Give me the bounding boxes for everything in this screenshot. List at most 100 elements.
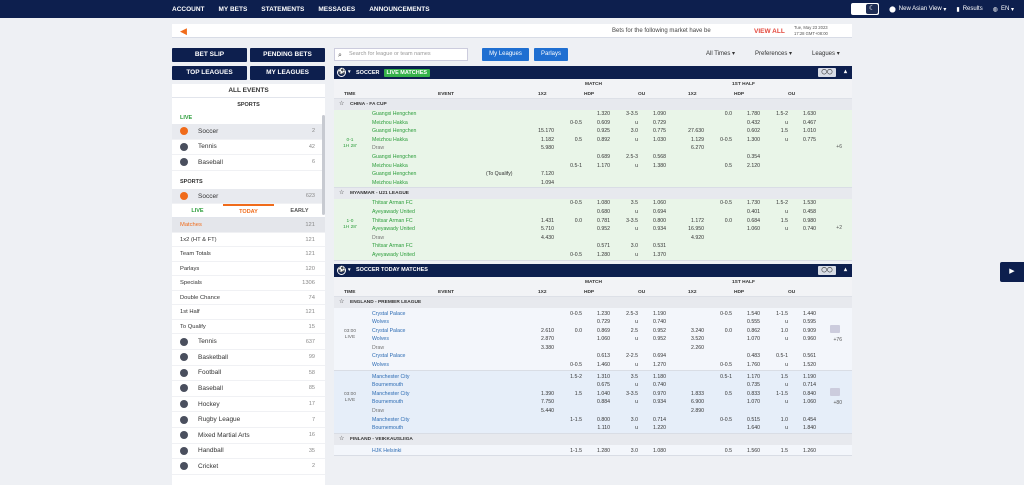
odds-value[interactable]: u (766, 136, 788, 145)
odds-value[interactable]: 0.869 (586, 327, 610, 336)
odds-value[interactable]: 0.714 (642, 416, 666, 425)
odds-value[interactable]: 0.0 (710, 110, 732, 119)
odds-value[interactable]: 0-0.5 (560, 199, 582, 208)
odds-value[interactable]: 0.952 (642, 335, 666, 344)
odds-value[interactable]: 0-0.5 (710, 416, 732, 425)
market-item[interactable]: Specials 1306 (172, 276, 325, 291)
sidebar-item-handball[interactable]: Handball 35 (172, 444, 325, 460)
odds-value[interactable]: 0.909 (792, 327, 816, 336)
side-panel-tab[interactable]: ▶ (1000, 262, 1024, 282)
odds-value[interactable]: 27.630 (680, 127, 704, 136)
refresh-button[interactable]: ◯◯ (818, 265, 836, 275)
search-box[interactable]: ⌕ Search for league or team names (334, 48, 468, 61)
star-icon[interactable]: ☆ (339, 297, 344, 308)
odds-value[interactable]: 0.884 (586, 398, 610, 407)
odds-value[interactable]: 3-3.5 (616, 217, 638, 226)
odds-value[interactable]: 0.775 (792, 136, 816, 145)
more-markets-link[interactable]: +76 (834, 337, 842, 343)
view-all-link[interactable]: VIEW ALL (754, 28, 785, 35)
sidebar-item-mixed-martial-arts[interactable]: Mixed Martial Arts 16 (172, 428, 325, 444)
odds-value[interactable]: 1.190 (792, 373, 816, 382)
market-item[interactable]: Double Chance 74 (172, 291, 325, 306)
all-times-dropdown[interactable]: All Times ▾ (706, 50, 735, 57)
odds-value[interactable]: 0.609 (586, 119, 610, 128)
odds-value[interactable]: 0.800 (642, 217, 666, 226)
odds-value[interactable]: 0.5 (710, 447, 732, 456)
league-header[interactable]: ☆ CHINA - FA CUP (334, 99, 852, 110)
odds-value[interactable]: 7.120 (530, 170, 554, 179)
sidebar-item-soccer[interactable]: Soccer 623 (172, 188, 325, 205)
odds-value[interactable]: 1.390 (530, 390, 554, 399)
odds-value[interactable]: 0.483 (736, 352, 760, 361)
sidebar-item-baseball[interactable]: Baseball 85 (172, 381, 325, 397)
odds-value[interactable]: 0.5-1 (766, 352, 788, 361)
odds-value[interactable]: 1.230 (586, 310, 610, 319)
odds-value[interactable]: 1.5 (766, 373, 788, 382)
odds-value[interactable]: 0.740 (642, 381, 666, 390)
odds-value[interactable]: 0.595 (792, 318, 816, 327)
odds-value[interactable]: 0.568 (642, 153, 666, 162)
odds-value[interactable]: 0.432 (736, 119, 760, 128)
odds-value[interactable]: 1.630 (792, 110, 816, 119)
star-icon[interactable]: ☆ (339, 434, 344, 445)
odds-value[interactable]: 1.182 (530, 136, 554, 145)
odds-value[interactable]: 0.458 (792, 208, 816, 217)
tab-today[interactable]: TODAY (223, 204, 274, 217)
odds-value[interactable]: 0.602 (736, 127, 760, 136)
more-markets-link[interactable]: +80 (834, 400, 842, 406)
odds-value[interactable]: 1-1.5 (560, 416, 582, 425)
odds-value[interactable]: 0.960 (792, 335, 816, 344)
odds-value[interactable]: 1.440 (792, 310, 816, 319)
odds-value[interactable]: 1.260 (792, 447, 816, 456)
odds-value[interactable]: 4.920 (680, 234, 704, 243)
bet-slip-button[interactable]: BET SLIP (172, 48, 247, 62)
odds-value[interactable]: 0.454 (792, 416, 816, 425)
odds-value[interactable]: 0.934 (642, 225, 666, 234)
odds-value[interactable]: 3-3.5 (616, 390, 638, 399)
all-events-header[interactable]: ALL EVENTS (172, 84, 325, 98)
pending-bets-button[interactable]: PENDING BETS (250, 48, 325, 62)
odds-value[interactable]: 0.833 (736, 390, 760, 399)
odds-value[interactable]: 3.0 (616, 127, 638, 136)
nav-account[interactable]: ACCOUNT (172, 6, 205, 13)
odds-value[interactable]: 1.280 (586, 251, 610, 260)
odds-value[interactable]: 1.170 (586, 162, 610, 171)
odds-value[interactable]: 1.030 (642, 136, 666, 145)
odds-value[interactable]: 3.5 (616, 373, 638, 382)
odds-value[interactable]: 1.530 (792, 199, 816, 208)
odds-value[interactable]: 0.354 (736, 153, 760, 162)
odds-value[interactable]: u (616, 318, 638, 327)
sidebar-scrollbar[interactable] (322, 115, 325, 215)
market-item[interactable]: Matches 121 (172, 218, 325, 233)
odds-value[interactable]: 2.5-3 (616, 310, 638, 319)
odds-value[interactable]: u (616, 335, 638, 344)
odds-value[interactable]: 1.080 (642, 447, 666, 456)
odds-value[interactable]: 0-0.5 (560, 361, 582, 370)
odds-value[interactable]: 1.5 (766, 217, 788, 226)
market-item[interactable]: 1st Half 121 (172, 305, 325, 320)
odds-value[interactable]: 2.610 (530, 327, 554, 336)
odds-value[interactable]: 1.170 (736, 373, 760, 382)
view-switch[interactable]: ⬤ New Asian View ▾ (889, 6, 946, 13)
odds-value[interactable]: 0.775 (642, 127, 666, 136)
odds-value[interactable]: 0.694 (642, 208, 666, 217)
odds-value[interactable]: u (766, 398, 788, 407)
odds-value[interactable]: 1.760 (736, 361, 760, 370)
odds-value[interactable]: 1.070 (736, 335, 760, 344)
odds-value[interactable]: 0.5-1 (560, 162, 582, 171)
odds-value[interactable]: u (616, 119, 638, 128)
refresh-button[interactable]: ◯◯ (818, 68, 836, 77)
nav-announcements[interactable]: ANNOUNCEMENTS (369, 6, 429, 13)
odds-value[interactable]: 1.380 (642, 162, 666, 171)
odds-value[interactable]: 1.172 (680, 217, 704, 226)
odds-value[interactable]: 1.560 (736, 447, 760, 456)
odds-value[interactable]: 2.5-3 (616, 153, 638, 162)
odds-value[interactable]: 1.5 (766, 127, 788, 136)
odds-value[interactable]: 0.781 (586, 217, 610, 226)
nav-statements[interactable]: STATEMENTS (261, 6, 304, 13)
odds-value[interactable]: 1.060 (586, 335, 610, 344)
odds-value[interactable]: 1-1.5 (560, 447, 582, 456)
odds-value[interactable]: 2.5 (616, 327, 638, 336)
sidebar-item-tennis[interactable]: Tennis 637 (172, 334, 325, 350)
odds-value[interactable]: 4.430 (530, 234, 554, 243)
